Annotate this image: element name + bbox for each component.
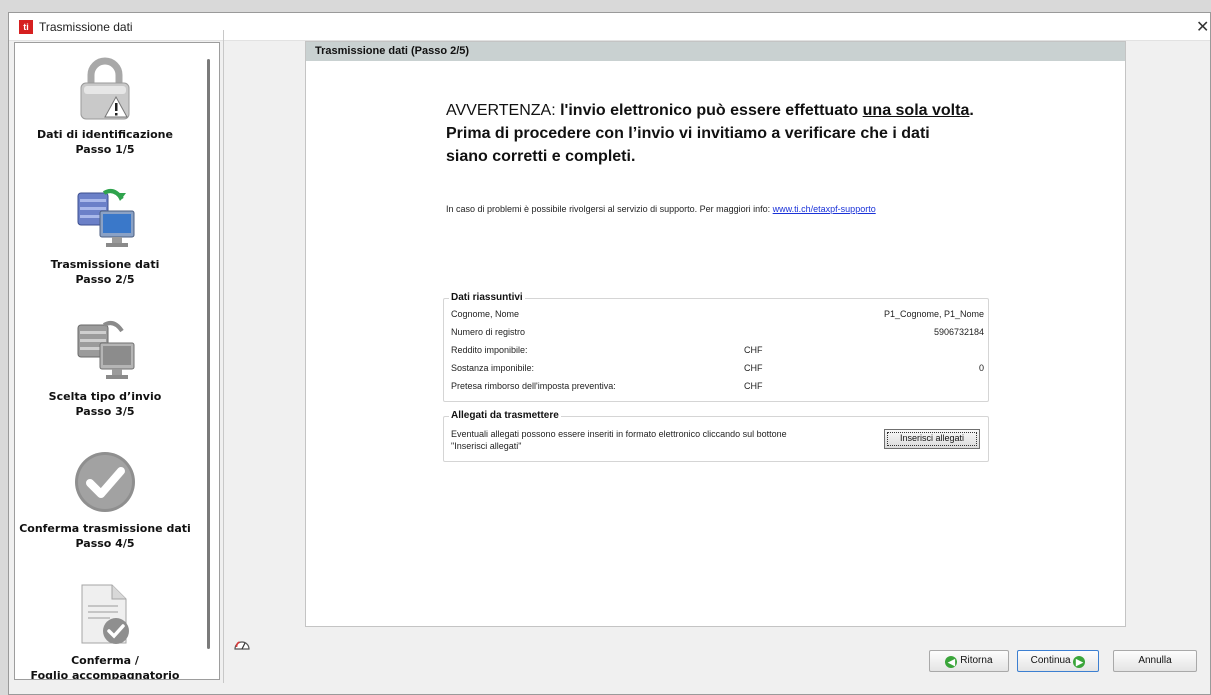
summary-value: 0 (978, 363, 984, 373)
panel-header: Trasmissione dati (Passo 2/5) (306, 42, 1125, 61)
checkmark-circle-icon (75, 452, 135, 512)
cancel-button[interactable]: Annulla (1113, 650, 1197, 672)
warning-prefix: AVVERTENZA: (446, 102, 561, 119)
step-1-subtitle: Passo 1/5 (75, 143, 135, 156)
app-logo-icon: ti (19, 20, 33, 34)
attachments-group: Allegati da trasmettere Eventuali allega… (443, 410, 989, 462)
warning-underlined: una sola volta (862, 102, 970, 119)
summary-row: Cognome, Nome P1_Cognome, P1_Nome (451, 306, 984, 324)
summary-key: Numero di registro (451, 327, 526, 337)
summary-key: Reddito imponibile: (451, 345, 528, 355)
step-5-title: Conferma / (71, 654, 139, 667)
database-transfer-icon (77, 189, 135, 247)
continue-label: Continua (1030, 655, 1071, 666)
summary-value: P1_Cognome, P1_Nome (883, 309, 984, 319)
step-4-subtitle: Passo 4/5 (75, 537, 135, 550)
summary-group: Dati riassuntivi Cognome, Nome P1_Cognom… (443, 292, 989, 402)
database-transfer-grey-icon (77, 321, 135, 379)
step-2[interactable]: Trasmissione dati Passo 2/5 (15, 185, 195, 287)
support-text: In caso di problemi è possibile rivolger… (446, 204, 773, 214)
insert-attachments-button[interactable]: Inserisci allegati (884, 429, 980, 449)
summary-row: Reddito imponibile: CHF (451, 342, 984, 360)
step-2-title: Trasmissione dati (50, 258, 160, 271)
warning-period: . (969, 102, 974, 119)
step-3[interactable]: Scelta tipo d’invio Passo 3/5 (15, 317, 195, 419)
arrow-left-icon: ◀ (945, 656, 958, 668)
back-label: Ritorna (960, 655, 993, 666)
warning-message: AVVERTENZA: l'invio elettronico può esse… (446, 99, 1026, 168)
step-5-subtitle: Foglio accompagnatorio (30, 669, 180, 680)
summary-key: Pretesa rimborso dell'imposta preventiva… (451, 381, 616, 391)
continue-button[interactable]: Continua ▶ (1017, 650, 1099, 672)
summary-currency: CHF (744, 381, 763, 391)
step-3-title: Scelta tipo d’invio (48, 390, 162, 403)
main-panel: Trasmissione dati (Passo 2/5) AVVERTENZA… (305, 41, 1126, 627)
summary-key: Cognome, Nome (451, 309, 520, 319)
attachments-description: Eventuali allegati possono essere inseri… (451, 429, 787, 451)
summary-key: Sostanza imponibile: (451, 363, 535, 373)
warning-bold: l'invio elettronico può essere effettuat… (560, 102, 863, 119)
lock-warning-icon (80, 57, 130, 120)
warning-line-2: Prima di procedere con l’invio vi inviti… (446, 125, 930, 142)
document-check-icon (81, 584, 129, 644)
step-3-subtitle: Passo 3/5 (75, 405, 135, 418)
step-4[interactable]: Conferma trasmissione dati Passo 4/5 (15, 449, 195, 551)
summary-title: Dati riassuntivi (449, 292, 525, 303)
back-button[interactable]: ◀ Ritorna (929, 650, 1009, 672)
warning-line-3: siano corretti e completi. (446, 148, 636, 165)
summary-value: 5906732184 (933, 327, 984, 337)
summary-currency: CHF (744, 345, 763, 355)
step-4-title: Conferma trasmissione dati (19, 522, 191, 535)
step-1-title: Dati di identificazione (37, 128, 173, 141)
close-icon[interactable]: ✕ (1196, 17, 1210, 37)
steps-sidebar: Dati di identificazione Passo 1/5 Trasmi… (14, 42, 220, 680)
support-link[interactable]: www.ti.ch/etaxpf-supporto (773, 204, 876, 214)
step-5[interactable]: Conferma / Foglio accompagnatorio (15, 581, 195, 680)
summary-row: Sostanza imponibile: CHF 0 (451, 360, 984, 378)
step-1[interactable]: Dati di identificazione Passo 1/5 (15, 55, 195, 157)
summary-row: Numero di registro 5906732184 (451, 324, 984, 342)
sidebar-scrollbar[interactable] (207, 59, 210, 649)
summary-currency: CHF (744, 363, 763, 373)
attachments-title: Allegati da trasmettere (449, 410, 561, 421)
title-bar: ti Trasmissione dati ✕ (9, 13, 1210, 41)
window-title: Trasmissione dati (39, 20, 133, 34)
step-2-subtitle: Passo 2/5 (75, 273, 135, 286)
summary-row: Pretesa rimborso dell'imposta preventiva… (451, 378, 984, 396)
speedometer-icon[interactable] (233, 637, 251, 651)
sidebar-divider (223, 30, 224, 683)
support-info: In caso di problemi è possibile rivolger… (446, 204, 876, 214)
arrow-right-icon: ▶ (1073, 656, 1086, 668)
